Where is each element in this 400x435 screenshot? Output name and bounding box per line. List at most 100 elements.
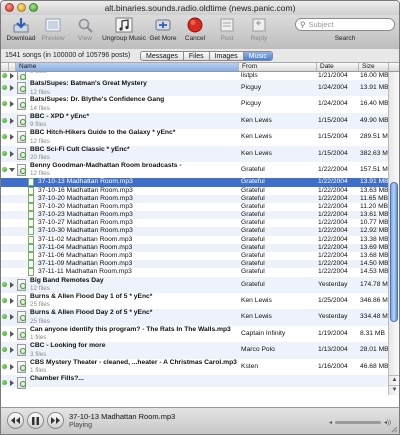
from-cell: Grateful bbox=[241, 280, 265, 288]
file-count: 14 files bbox=[30, 104, 50, 112]
size-cell: 13.61 MB bbox=[360, 211, 389, 219]
volume-track[interactable] bbox=[335, 420, 381, 424]
expand-cell[interactable] bbox=[9, 359, 16, 375]
group-row[interactable]: Can anyone identify this program? - The … bbox=[1, 326, 390, 342]
disclosure-closed-icon[interactable] bbox=[10, 330, 14, 337]
disclosure-closed-icon[interactable] bbox=[10, 314, 14, 321]
tab-files[interactable]: Files bbox=[183, 52, 210, 60]
track-row[interactable]: 37-11-11 Madhattan Room.mp3 Grateful 1/22/… bbox=[1, 268, 390, 277]
disclosure-closed-icon[interactable] bbox=[10, 117, 14, 124]
minimize-window-icon[interactable] bbox=[17, 3, 26, 12]
expand-cell[interactable] bbox=[9, 113, 16, 129]
scroll-up-icon[interactable]: ▲ bbox=[389, 375, 399, 385]
track-row[interactable]: 37-11-06 Madhattan Room.mp3 Grateful 1/22/… bbox=[1, 252, 390, 261]
track-row[interactable]: 37-10-20 Madhattan Room.mp3 Grateful 1/22/… bbox=[1, 194, 390, 203]
track-row[interactable]: 37-11-09 Madhattan Room.mp3 Grateful 1/22/… bbox=[1, 260, 390, 269]
view-button[interactable]: View bbox=[69, 16, 101, 42]
group-row[interactable]: CBS Mystery Theater - cleaned, ...heater… bbox=[1, 359, 390, 375]
disclosure-closed-icon[interactable] bbox=[10, 363, 14, 370]
disclosure-closed-icon[interactable] bbox=[10, 134, 14, 141]
group-row[interactable]: Benny Goodman-Madhattan Room broadcasts … bbox=[1, 162, 392, 178]
expand-cell[interactable] bbox=[9, 277, 16, 293]
expand-cell[interactable] bbox=[9, 375, 16, 387]
track-row[interactable]: 37-10-16 Madhattan Room.mp3 Grateful 1/22/… bbox=[1, 186, 390, 195]
tab-images[interactable]: Images bbox=[209, 52, 244, 60]
zoom-window-icon[interactable] bbox=[29, 3, 38, 12]
col-date[interactable]: Date bbox=[317, 63, 359, 71]
col-size[interactable]: Size bbox=[359, 63, 389, 71]
tab-messages[interactable]: Messages bbox=[141, 52, 184, 60]
track-row[interactable]: 37-10-30 Madhattan Room.mp3 Grateful 1/22/… bbox=[1, 227, 390, 236]
disclosure-closed-icon[interactable] bbox=[10, 73, 14, 79]
date-cell: Yesterday bbox=[318, 280, 348, 288]
disclosure-closed-icon[interactable] bbox=[10, 379, 14, 386]
col-expand[interactable] bbox=[9, 63, 16, 71]
size-cell: 11.65 MB bbox=[360, 194, 389, 202]
group-row[interactable]: CBC - Looking for more 3 files Marco Polo 1… bbox=[1, 342, 390, 359]
disclosure-closed-icon[interactable] bbox=[10, 85, 14, 91]
vertical-scrollbar[interactable]: ▲ ▼ bbox=[388, 72, 399, 395]
pause-button[interactable] bbox=[27, 412, 44, 429]
search-input[interactable]: ⚲ Subject bbox=[295, 18, 395, 31]
resize-grip-icon[interactable] bbox=[390, 425, 398, 433]
title-bar[interactable]: alt.binaries.sounds.radio.oldtime (news.… bbox=[1, 1, 399, 15]
scroll-down-icon[interactable]: ▼ bbox=[389, 385, 399, 395]
group-row[interactable]: Bats/Supes: Batman's Great Mystery 12 fil… bbox=[1, 80, 390, 97]
from-cell: Grateful bbox=[241, 194, 265, 202]
group-row[interactable]: Bats/Supes: Dr. Blythe's Confidence Gang… bbox=[1, 96, 390, 112]
group-row[interactable]: BBC Hitch-Hikers Guide to the Galaxy * y… bbox=[1, 129, 392, 145]
expand-cell[interactable] bbox=[9, 80, 16, 96]
track-row[interactable]: 37-10-13 Madhattan Room.mp3 Grateful 1/22/… bbox=[1, 178, 390, 187]
volume-slider[interactable]: ◂ ◂)) bbox=[329, 418, 391, 426]
track-row[interactable]: 37-10-27 Madhattan Room.mp3 Grateful 1/22/… bbox=[1, 219, 390, 228]
track-row[interactable]: 37-10-23 Madhattan Room.mp3 Grateful 1/22/… bbox=[1, 211, 390, 220]
preview-button[interactable]: Preview bbox=[37, 16, 69, 42]
expand-cell[interactable] bbox=[9, 96, 16, 112]
expand-cell[interactable] bbox=[9, 309, 16, 325]
get-more-button[interactable]: Get More bbox=[147, 16, 179, 42]
disclosure-closed-icon[interactable] bbox=[10, 297, 14, 304]
post-button[interactable]: Post bbox=[211, 16, 243, 42]
group-row[interactable]: Chamber Fills?... bbox=[1, 374, 390, 389]
tab-music[interactable]: Music bbox=[243, 52, 272, 60]
expand-cell[interactable] bbox=[9, 342, 16, 358]
mp3-file-icon bbox=[28, 260, 34, 269]
date-cell: 1/22/2004 bbox=[318, 268, 348, 276]
expand-cell[interactable] bbox=[9, 326, 16, 342]
disclosure-closed-icon[interactable] bbox=[10, 101, 14, 108]
size-cell: 13.68 MB bbox=[360, 252, 389, 260]
track-row[interactable]: 37-11-04 Madhattan Room.mp3 Grateful 1/22/… bbox=[1, 243, 390, 253]
expand-cell[interactable] bbox=[9, 146, 16, 162]
icon-cell bbox=[16, 219, 36, 228]
size-cell: 46.68 MB bbox=[360, 362, 389, 370]
col-from[interactable]: From bbox=[239, 63, 317, 71]
scroll-thumb[interactable] bbox=[390, 182, 398, 322]
close-window-icon[interactable] bbox=[5, 3, 14, 12]
group-row[interactable]: Big Band Remotes Day 12 files Grateful Yest… bbox=[1, 276, 393, 293]
group-row[interactable]: BBC Sci-Fi Cult Classic * yEnc* 20 files K… bbox=[1, 145, 392, 162]
expand-cell[interactable] bbox=[9, 129, 16, 145]
group-row[interactable]: 9 fileslistpls 1/21/2004 16.00 MB bbox=[1, 72, 390, 82]
next-track-button[interactable] bbox=[47, 412, 64, 429]
disclosure-open-icon[interactable] bbox=[9, 167, 15, 172]
group-row[interactable]: Burns & Allen Flood Day 2 of 5 * yEnc* 25… bbox=[1, 309, 392, 326]
expand-cell[interactable] bbox=[9, 293, 16, 309]
download-button[interactable]: Download bbox=[5, 16, 37, 42]
disclosure-closed-icon[interactable] bbox=[10, 150, 14, 157]
expand-cell[interactable] bbox=[9, 162, 16, 178]
col-status[interactable] bbox=[1, 63, 9, 71]
info-bar: 1541 songs (in 100000 of 105796 posts) M… bbox=[1, 49, 399, 63]
track-row[interactable]: 37-11-02 Madhattan Room.mp3 Grateful 1/22/… bbox=[1, 235, 390, 244]
group-row[interactable]: BBC - XPD * yEnc* 9 files Ken Lewis 1/15/20… bbox=[1, 112, 390, 130]
previous-track-button[interactable] bbox=[7, 412, 24, 429]
disclosure-closed-icon[interactable] bbox=[10, 281, 14, 288]
expand-cell[interactable] bbox=[9, 72, 16, 80]
ungroup-music-button[interactable]: Ungroup Music bbox=[101, 16, 147, 42]
col-name[interactable]: Name bbox=[16, 63, 239, 71]
disclosure-closed-icon[interactable] bbox=[10, 347, 14, 354]
group-row[interactable]: Burns & Allen Flood Day 1 of 5 * yEnc* 25… bbox=[1, 293, 392, 309]
size-cell: 174.78 MB bbox=[360, 280, 393, 288]
track-row[interactable]: 37-10-20 Madhattan Room.mp3 Grateful 1/22/… bbox=[1, 202, 390, 211]
cancel-button[interactable]: Cancel bbox=[179, 16, 211, 42]
reply-button[interactable]: Reply bbox=[243, 16, 275, 42]
